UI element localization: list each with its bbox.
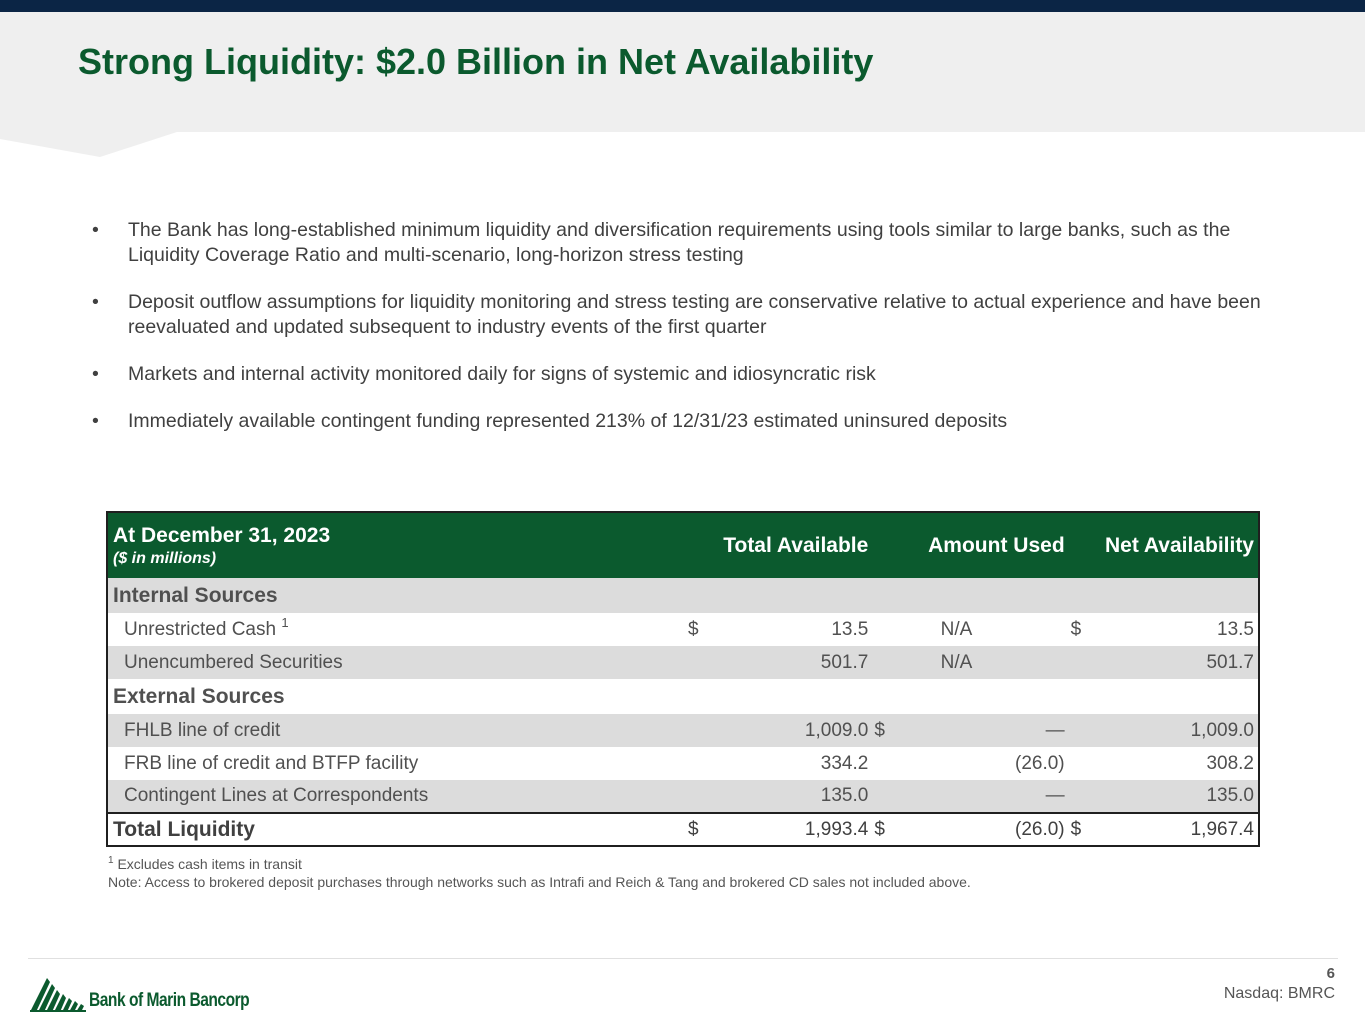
bullet-item: • Markets and internal activity monitored… [92,362,1262,387]
bullet-text: Markets and internal activity monitored … [128,363,876,385]
section-row-external: External Sources [107,679,1259,714]
header-date-label: At December 31, 2023 [113,523,331,547]
bullet-glyph: • [92,410,99,432]
amount-used-cell: N/A [894,646,1069,679]
section-row-internal: Internal Sources [107,578,1259,613]
net-availability-cell: 13.5 [1217,618,1254,640]
header-label-cell: At December 31, 2023 ($ in millions) [107,512,686,578]
footnote-1-text: Excludes cash items in transit [117,856,302,872]
logo-wordmark: Bank of Marin Bancorp [89,990,250,1011]
table-row: Contingent Lines at Correspondents 135.0… [107,780,1259,813]
currency-cell: $ [1070,618,1082,640]
total-label: Total Liquidity [107,812,686,846]
total-available-cell: 1,009.0 [708,714,873,747]
bullet-list: • The Bank has long-established minimum l… [92,218,1262,456]
currency-cell [872,747,894,780]
page-number: 6 [1326,965,1335,982]
header-total-available: Total Available [686,512,873,578]
footer-divider [28,958,1338,959]
amount-used-cell: (26.0) [1015,752,1065,774]
row-label-cell: Unrestricted Cash 1 [107,613,686,646]
currency-cell: $ [686,812,709,846]
company-logo: Bank of Marin Bancorp [30,974,284,1012]
currency-cell [1068,714,1091,747]
total-available-cell: 334.2 [820,752,869,774]
footnote-note: Note: Access to brokered deposit purchas… [108,874,971,890]
bullet-item: • Deposit outflow assumptions for liquidi… [92,290,1262,340]
amount-used-cell: N/A [940,618,973,640]
total-available-cell: 501.7 [708,646,873,679]
bullet-text: Immediately available contingent funding… [128,410,1008,432]
page-title: Strong Liquidity: $2.0 Billion in Net Av… [78,41,874,82]
currency-cell: $ [872,714,895,747]
net-availability-cell: 308.2 [1206,752,1254,774]
header-notch-shape [0,131,180,157]
liquidity-table: At December 31, 2023 ($ in millions) Tot… [106,511,1260,847]
currency-cell [872,780,895,813]
currency-cell: $ [872,812,895,846]
header-units-label: ($ in millions) [113,549,217,567]
currency-cell [1068,780,1091,813]
currency-cell [872,646,895,679]
header-amount-used: Amount Used [872,512,1069,578]
total-row: Total Liquidity $ 1,993.4 $ (26.0) $ 1,9… [107,812,1259,846]
row-label: Unrestricted Cash [124,618,277,640]
total-available-cell: 135.0 [708,780,873,813]
section-label: External Sources [113,684,285,708]
row-label: FHLB line of credit [107,714,686,747]
total-available-cell: 13.5 [831,618,869,640]
bullet-item: • The Bank has long-established minimum l… [92,218,1262,268]
footnote-marker: 1 [108,855,114,866]
currency-cell [686,646,709,679]
bullet-glyph: • [92,291,99,313]
table-header-row: At December 31, 2023 ($ in millions) Tot… [107,512,1259,578]
footnote-marker: 1 [281,614,289,630]
total-available-cell: 1,993.4 [708,812,873,846]
section-label: Internal Sources [107,578,1259,613]
top-accent-bar [0,0,1365,12]
amount-used-cell: (26.0) [894,812,1069,846]
net-availability-cell: 1,009.0 [1090,714,1259,747]
net-availability-cell: 501.7 [1090,646,1259,679]
table-row: Unencumbered Securities 501.7 N/A 501.7 [107,646,1259,679]
bullet-glyph: • [92,219,99,241]
currency-cell [686,714,709,747]
currency-cell: $ [1068,812,1091,846]
net-availability-cell: 135.0 [1090,780,1259,813]
mountain-stripes-logo-icon [30,978,86,1012]
net-availability-cell: 1,967.4 [1090,812,1259,846]
currency-cell [1069,747,1091,780]
bullet-text: Deposit outflow assumptions for liquidit… [128,291,1261,338]
currency-cell [1068,646,1091,679]
currency-cell: $ [688,618,699,640]
footnote-1: 1 Excludes cash items in transit [108,855,971,873]
currency-cell [686,747,708,780]
bullet-text: The Bank has long-established minimum li… [128,219,1231,266]
amount-used-cell: — [894,714,1069,747]
amount-used-cell: — [894,780,1069,813]
header-net-availability: Net Availability [1068,512,1259,578]
stock-ticker: Nasdaq: BMRC [1223,985,1335,1002]
table-row: FHLB line of credit 1,009.0 $ — 1,009.0 [107,714,1259,747]
table-row: Unrestricted Cash 1 $ 13.5 N/A $ 13.5 [107,613,1259,646]
table-row: FRB line of credit and BTFP facility 334… [107,747,1259,780]
bullet-item: • Immediately available contingent fundin… [92,409,1262,434]
currency-cell [872,613,894,646]
bullet-glyph: • [92,363,99,385]
row-label: FRB line of credit and BTFP facility [124,752,419,774]
row-label: Contingent Lines at Correspondents [107,780,686,813]
footnotes: 1 Excludes cash items in transit Note: A… [108,855,971,891]
currency-cell [686,780,709,813]
row-label: Unencumbered Securities [107,646,686,679]
